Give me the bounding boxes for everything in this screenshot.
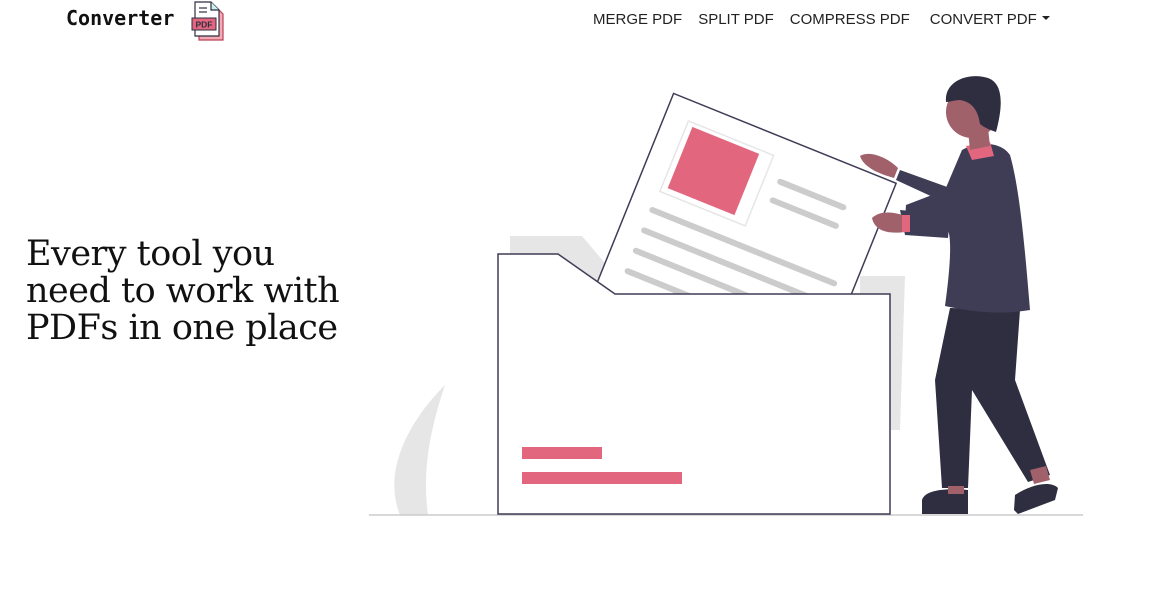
hero-title-line-3: PDFs in one place [26,308,338,348]
pdf-logo-text: PDF [196,20,213,30]
brand-name[interactable]: Converter [66,4,174,32]
hero-title-line-1: Every tool you [26,234,275,274]
pdf-file-icon[interactable]: PDF [189,0,229,44]
hero-illustration [369,76,1083,516]
hero-title: Every tool you need to work with PDFs in… [26,236,366,347]
page: Converter PDF MERGE PDF SPLIT PDF COMPRE… [0,0,1151,591]
main-nav: MERGE PDF SPLIT PDF COMPRESS PDF CONVERT… [593,8,1050,32]
nav-convert-pdf-dropdown[interactable]: CONVERT PDF [930,9,1050,31]
hero-title-line-2: need to work with [26,271,340,311]
brand[interactable]: Converter PDF [66,1,224,44]
nav-split-pdf[interactable]: SPLIT PDF [698,9,774,31]
caret-down-icon [1041,16,1050,20]
nav-convert-pdf-label: CONVERT PDF [929,11,1037,28]
folder-label-short [522,447,602,459]
leaf-shape [394,385,445,515]
nav-merge-pdf[interactable]: MERGE PDF [593,9,682,31]
nav-compress-pdf[interactable]: COMPRESS PDF [790,9,910,31]
folder-label-long [522,472,682,484]
